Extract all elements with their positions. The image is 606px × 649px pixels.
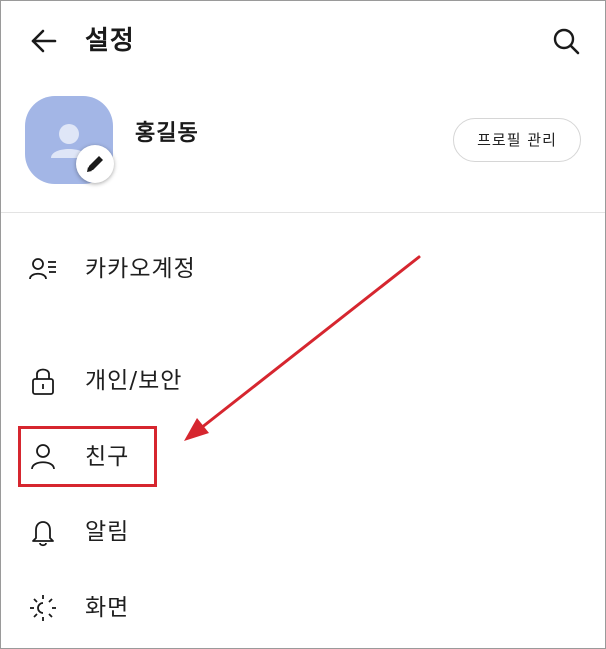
app-header: 설정 — [1, 1, 605, 81]
menu-item-label: 카카오계정 — [85, 256, 196, 282]
arrow-left-icon — [31, 29, 57, 53]
menu-item-notifications[interactable]: 알림 — [1, 504, 605, 560]
menu-item-label: 화면 — [85, 595, 130, 621]
menu-item-privacy-security[interactable]: 개인/보안 — [1, 353, 605, 409]
divider — [1, 212, 605, 213]
back-button[interactable] — [23, 23, 63, 59]
menu-item-label: 알림 — [85, 519, 130, 545]
friends-highlight-box — [18, 426, 157, 487]
menu-item-label: 개인/보안 — [85, 368, 183, 394]
settings-screen: 설정 홍길동 프로필 관리 카카오계정 개인/보안 친구 알림 화면 — [0, 0, 606, 649]
search-icon — [553, 28, 580, 55]
pencil-icon — [87, 156, 103, 172]
bell-icon — [32, 521, 54, 547]
menu-item-display[interactable]: 화면 — [1, 580, 605, 636]
lock-icon — [32, 368, 54, 395]
brightness-icon — [30, 595, 56, 621]
account-list-icon — [29, 258, 56, 280]
profile-manage-button[interactable]: 프로필 관리 — [453, 118, 581, 162]
page-title: 설정 — [85, 26, 135, 56]
profile-section: 홍길동 프로필 관리 — [1, 89, 605, 199]
edit-profile-photo-button[interactable] — [76, 145, 114, 183]
menu-item-kakao-account[interactable]: 카카오계정 — [1, 241, 605, 297]
profile-name: 홍길동 — [135, 121, 199, 146]
search-button[interactable] — [547, 23, 587, 59]
